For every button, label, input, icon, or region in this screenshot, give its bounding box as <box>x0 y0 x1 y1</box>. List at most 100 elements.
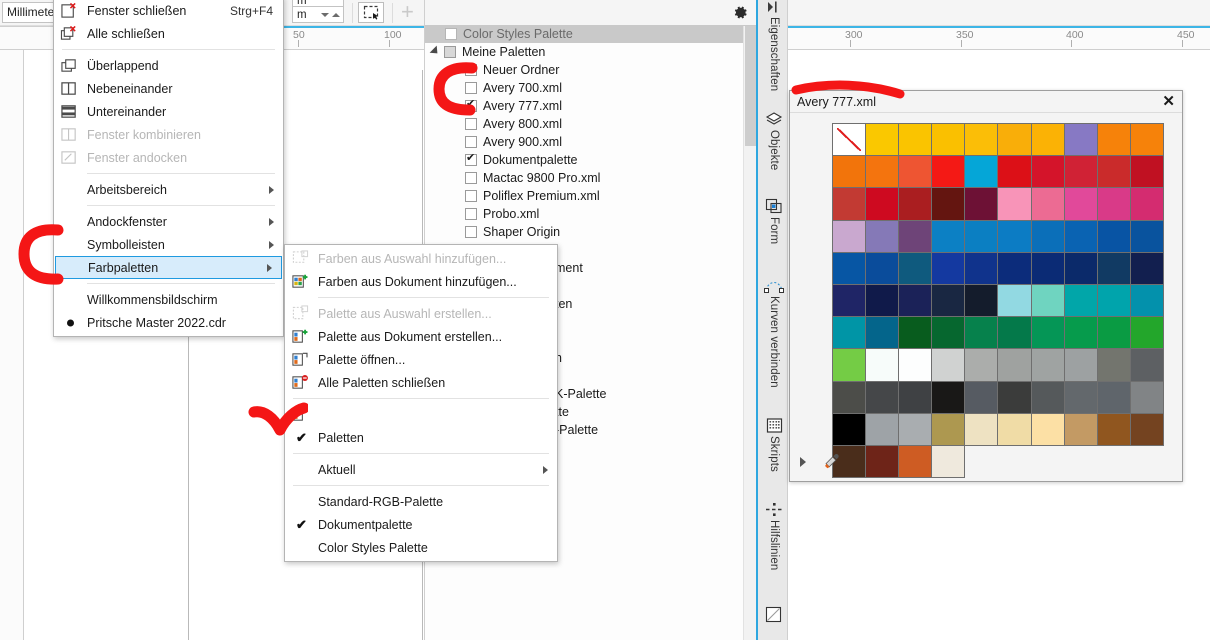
ruler-horizontal-right[interactable]: 300 350 400 450 <box>788 26 1210 50</box>
color-swatch[interactable] <box>866 252 900 285</box>
tree-checkbox[interactable] <box>465 172 477 184</box>
docker-scrollbar[interactable] <box>743 26 756 640</box>
menu-item-nebeneinander[interactable]: Nebeneinander <box>54 77 283 100</box>
submenu-item-standard-rgb-palette[interactable]: Standard-RGB-Palette <box>285 490 557 513</box>
color-swatch[interactable] <box>932 156 966 189</box>
stepper-up-icon[interactable] <box>331 12 340 17</box>
vtab-shape-tool[interactable] <box>758 606 790 623</box>
color-swatch[interactable] <box>965 188 999 221</box>
color-swatch[interactable] <box>1097 252 1131 285</box>
color-swatch[interactable] <box>1064 220 1098 253</box>
color-swatch[interactable] <box>1031 284 1065 318</box>
color-swatch[interactable] <box>965 252 999 285</box>
color-swatch[interactable] <box>1064 124 1098 157</box>
color-swatch[interactable] <box>965 284 999 318</box>
color-swatch[interactable] <box>1031 349 1065 382</box>
add-page-button[interactable]: + <box>401 1 414 23</box>
color-swatch[interactable] <box>1097 220 1131 253</box>
color-swatch[interactable] <box>1031 220 1065 253</box>
color-swatch[interactable] <box>1097 317 1131 350</box>
menu-item-arbeitsbereich[interactable]: Arbeitsbereich <box>54 178 283 201</box>
color-swatch-grid[interactable] <box>832 123 1164 479</box>
color-swatch[interactable] <box>866 188 900 221</box>
tree-row-avery-777[interactable]: Avery 777.xml <box>425 97 562 115</box>
color-swatch[interactable] <box>998 220 1032 253</box>
tree-checkbox[interactable] <box>465 226 477 238</box>
tree-checkbox[interactable] <box>444 46 456 58</box>
tree-row-avery-900[interactable]: Avery 900.xml <box>425 133 562 151</box>
tree-checkbox[interactable] <box>465 152 477 166</box>
color-swatch[interactable] <box>899 156 933 189</box>
color-swatch[interactable] <box>899 220 933 253</box>
color-swatch[interactable] <box>833 156 867 189</box>
tree-row-probo[interactable]: Probo.xml <box>425 205 539 223</box>
color-swatch[interactable] <box>998 349 1032 382</box>
size-field-b[interactable]: m <box>292 6 344 23</box>
tree-checkbox[interactable] <box>445 28 457 40</box>
color-swatch[interactable] <box>899 252 933 285</box>
tree-checkbox[interactable] <box>465 64 477 76</box>
color-swatch[interactable] <box>1130 220 1164 253</box>
color-swatch[interactable] <box>1031 252 1065 285</box>
color-swatch[interactable] <box>1031 156 1065 189</box>
color-swatch[interactable] <box>1031 381 1065 414</box>
tree-row-shaper-origin[interactable]: Shaper Origin <box>425 223 560 241</box>
color-swatch[interactable] <box>899 413 933 446</box>
color-swatch[interactable] <box>1130 317 1164 350</box>
color-palettes-submenu[interactable]: Farben aus Auswahl hinzufügen... Farben … <box>284 244 558 562</box>
color-swatch[interactable] <box>866 349 900 382</box>
window-menu[interactable]: Fenster schließen Strg+F4 Alle schließen <box>53 0 284 337</box>
color-swatch[interactable] <box>1031 413 1065 446</box>
color-swatch[interactable] <box>932 188 966 221</box>
color-swatch[interactable] <box>1064 156 1098 189</box>
menu-item-willkommensbildschirm[interactable]: Willkommensbildschirm <box>54 288 283 311</box>
color-swatch[interactable] <box>866 445 900 479</box>
vtab-objekte[interactable]: Objekte <box>758 112 790 170</box>
size-field-b-steppers[interactable] <box>319 7 341 22</box>
color-swatch[interactable] <box>965 349 999 382</box>
color-swatch[interactable] <box>932 381 966 414</box>
tree-row-occluded[interactable]: K-Palette <box>555 385 606 403</box>
color-swatch[interactable] <box>1130 124 1164 157</box>
close-icon[interactable]: ✕ <box>1162 93 1175 111</box>
color-swatch[interactable] <box>1130 188 1164 221</box>
swatch-no-color[interactable] <box>833 124 867 157</box>
tree-checkbox[interactable] <box>465 82 477 94</box>
color-swatch[interactable] <box>1064 349 1098 382</box>
color-swatch[interactable] <box>899 317 933 350</box>
palette-window[interactable]: Avery 777.xml ✕ <box>789 90 1183 482</box>
gear-icon[interactable] <box>732 4 749 24</box>
color-swatch[interactable] <box>899 124 933 157</box>
submenu-item-alle-paletten-schliessen[interactable]: Alle Paletten schließen <box>285 371 557 394</box>
color-swatch[interactable] <box>998 284 1032 318</box>
color-swatch[interactable] <box>1130 381 1164 414</box>
vtab-kurven-verbinden[interactable]: Kurven verbinden <box>758 278 790 388</box>
color-swatch[interactable] <box>866 220 900 253</box>
color-swatch[interactable] <box>899 445 933 479</box>
color-swatch[interactable] <box>998 124 1032 157</box>
vtab-skripts[interactable]: Skripts <box>758 418 790 472</box>
ruler-vertical[interactable] <box>0 50 24 640</box>
color-swatch[interactable] <box>833 220 867 253</box>
color-swatch[interactable] <box>866 284 900 318</box>
color-swatch[interactable] <box>833 317 867 350</box>
color-swatch[interactable] <box>1031 124 1065 157</box>
submenu-item-palette-aus-dokument[interactable]: Palette aus Dokument erstellen... <box>285 325 557 348</box>
color-swatch[interactable] <box>1097 156 1131 189</box>
color-swatch[interactable] <box>998 413 1032 446</box>
color-swatch[interactable] <box>932 413 966 446</box>
tree-row-color-styles-palette[interactable]: Color Styles Palette <box>425 25 757 43</box>
color-swatch[interactable] <box>1064 413 1098 446</box>
color-swatch[interactable] <box>833 284 867 318</box>
chevron-down-icon[interactable] <box>429 45 441 57</box>
color-swatch[interactable] <box>1097 284 1131 318</box>
color-swatch[interactable] <box>1097 413 1131 446</box>
color-swatch[interactable] <box>1064 188 1098 221</box>
color-swatch[interactable] <box>1064 317 1098 350</box>
submenu-item-dokumentpalette[interactable]: ✔ Dokumentpalette <box>285 513 557 536</box>
submenu-item-palette-oeffnen[interactable]: Palette öffnen... <box>285 348 557 371</box>
page-boundary-button[interactable] <box>358 2 384 23</box>
color-swatch[interactable] <box>1064 284 1098 318</box>
color-swatch[interactable] <box>1097 349 1131 382</box>
submenu-item-paletten[interactable]: ✔ Paletten <box>285 426 557 449</box>
